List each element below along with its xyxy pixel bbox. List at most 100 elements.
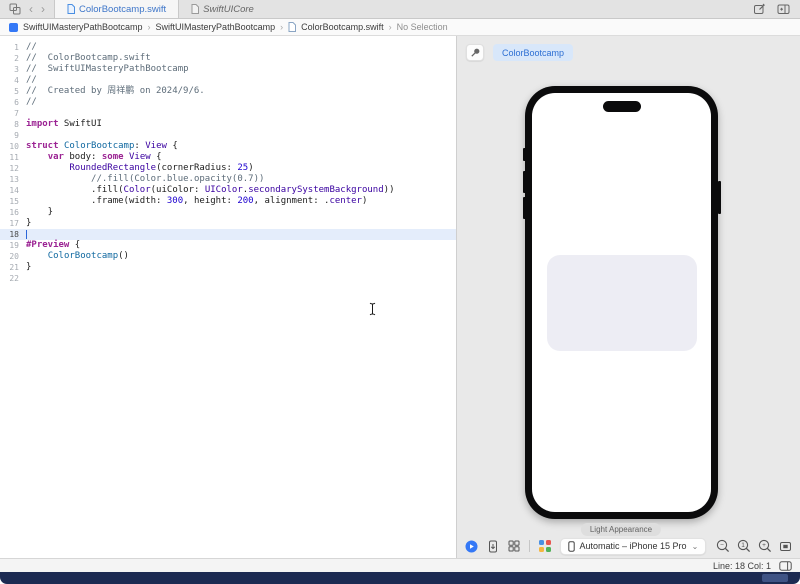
code-line-16[interactable]: 16 } [0, 207, 456, 218]
variants-grid-icon[interactable] [508, 540, 520, 552]
main-split: 1 // 2 // ColorBootcamp.swift 3 // SwiftUIMas… [0, 36, 800, 558]
line-number: 18 [9, 230, 19, 239]
rounded-rectangle-view[interactable] [546, 254, 697, 351]
code-line-11[interactable]: 11 var body: some View { [0, 152, 456, 163]
forward-button[interactable]: › [41, 3, 45, 15]
line-number: 7 [14, 109, 19, 118]
line-number: 10 [9, 142, 19, 151]
pin-button[interactable] [466, 44, 484, 61]
color-variants-icon[interactable] [539, 540, 551, 552]
zoom-out-glyph: − [720, 542, 724, 549]
zoom-out-button[interactable]: − [716, 539, 730, 553]
code-text: // [26, 75, 37, 85]
power-button [717, 181, 721, 214]
code-line-6[interactable]: 6 // [0, 97, 456, 108]
line-number: 17 [9, 219, 19, 228]
code-text: // [26, 97, 37, 107]
preview-badge[interactable]: ColorBootcamp [493, 44, 574, 61]
code-text: import SwiftUI [26, 119, 102, 129]
appearance-label: Light Appearance [580, 523, 662, 536]
line-number: 4 [14, 76, 19, 85]
swift-file-icon [191, 4, 200, 14]
code-line-13[interactable]: 13 //.fill(Color.blue.opacity(0.7)) [0, 174, 456, 185]
back-button[interactable]: ‹ [29, 3, 33, 15]
code-line-18[interactable]: 18 [0, 229, 456, 240]
canvas-header: ColorBootcamp [466, 44, 574, 61]
code-line-14[interactable]: 14 .fill(Color(uiColor: UIColor.secondar… [0, 185, 456, 196]
code-line-5[interactable]: 5 // Created by 周祥鹏 on 2024/9/6. [0, 86, 456, 97]
code-text: .frame(width: 300, height: 200, alignmen… [26, 196, 368, 206]
tab-bar: ‹ › ColorBootcamp.swift SwiftUICore [0, 0, 800, 19]
line-number: 16 [9, 208, 19, 217]
breadcrumb-item-project[interactable]: SwiftUIMasteryPathBootcamp [23, 22, 143, 32]
tab-overview-icon[interactable] [9, 3, 21, 15]
line-number: 8 [14, 120, 19, 129]
code-editor[interactable]: 1 // 2 // ColorBootcamp.swift 3 // SwiftUIMas… [0, 36, 456, 558]
zoom-in-glyph: + [762, 542, 766, 549]
code-line-15[interactable]: 15 .frame(width: 300, height: 200, align… [0, 196, 456, 207]
line-number: 5 [14, 87, 19, 96]
breadcrumb-item-group[interactable]: SwiftUIMasteryPathBootcamp [156, 22, 276, 32]
code-line-17[interactable]: 17} [0, 218, 456, 229]
compose-icon[interactable] [753, 3, 766, 15]
code-text: // ColorBootcamp.swift [26, 53, 151, 63]
tab-colorbootcamp-swift[interactable]: ColorBootcamp.swift [54, 0, 180, 18]
code-line-20[interactable]: 20 ColorBootcamp() [0, 251, 456, 262]
line-number: 3 [14, 65, 19, 74]
iphone-preview[interactable] [522, 86, 721, 519]
iphone-icon [567, 540, 575, 552]
code-text: // [26, 42, 37, 52]
line-number: 11 [9, 153, 19, 162]
code-text: struct ColorBootcamp: View { [26, 141, 178, 151]
iphone-screen[interactable] [532, 93, 711, 512]
tab-swiftuicore[interactable]: SwiftUICore [179, 0, 266, 18]
code-line-1[interactable]: 1 // [0, 42, 456, 53]
code-line-10[interactable]: 10 struct ColorBootcamp: View { [0, 141, 456, 152]
text-caret [26, 230, 27, 239]
code-lines: 1 // 2 // ColorBootcamp.swift 3 // SwiftUIMas… [0, 36, 456, 284]
code-text: // Created by 周祥鹏 on 2024/9/6. [26, 86, 205, 96]
device-selector[interactable]: Automatic – iPhone 15 Pro ⌄ [559, 537, 707, 555]
zoom-100-button[interactable]: 1 [737, 539, 751, 553]
line-number: 2 [14, 54, 19, 63]
breadcrumb: SwiftUIMasteryPathBootcamp › SwiftUIMast… [0, 19, 800, 36]
volume-down-button [522, 197, 526, 219]
code-line-3[interactable]: 3 // SwiftUIMasteryPathBootcamp [0, 64, 456, 75]
code-line-12[interactable]: 12 RoundedRectangle(cornerRadius: 25) [0, 163, 456, 174]
line-number: 14 [9, 186, 19, 195]
code-line-8[interactable]: 8 import SwiftUI [0, 119, 456, 130]
swift-file-icon [288, 22, 297, 32]
code-line-19[interactable]: 19 #Preview { [0, 240, 456, 251]
line-col-indicator: Line: 18 Col: 1 [712, 560, 771, 571]
code-text [26, 229, 27, 240]
code-line-21[interactable]: 21} [0, 262, 456, 273]
zoom-in-button[interactable]: + [758, 539, 772, 553]
breadcrumb-item-file[interactable]: ColorBootcamp.swift [301, 22, 384, 32]
zoom-100-glyph: 1 [741, 542, 745, 549]
add-editor-icon[interactable] [777, 3, 790, 15]
code-text: ColorBootcamp() [47, 251, 129, 261]
code-line-22[interactable]: 22 [0, 273, 456, 284]
line-number: 13 [9, 175, 19, 184]
breadcrumb-item-selection[interactable]: No Selection [397, 22, 448, 32]
code-line-7[interactable]: 7 [0, 108, 456, 119]
live-preview-button[interactable] [465, 540, 478, 553]
project-icon [9, 22, 18, 32]
line-number: 6 [14, 98, 19, 107]
line-number: 20 [9, 252, 19, 261]
line-number: 21 [9, 263, 19, 272]
code-text: } [26, 262, 32, 272]
zoom-fit-button[interactable] [779, 540, 792, 553]
editor-tabs: ColorBootcamp.swift SwiftUICore [54, 0, 266, 18]
chevron-down-icon: ⌄ [691, 541, 699, 551]
code-line-9[interactable]: 9 [0, 130, 456, 141]
code-line-4[interactable]: 4 // [0, 75, 456, 86]
dock-item [762, 574, 788, 582]
line-number: 12 [9, 164, 19, 173]
editor-layout-icon[interactable] [779, 560, 792, 571]
tab-bar-nav: ‹ › [0, 0, 54, 18]
preview-on-device-icon[interactable] [487, 540, 499, 553]
dynamic-island [602, 101, 641, 112]
tab-label: ColorBootcamp.swift [79, 3, 167, 15]
code-line-2[interactable]: 2 // ColorBootcamp.swift [0, 53, 456, 64]
